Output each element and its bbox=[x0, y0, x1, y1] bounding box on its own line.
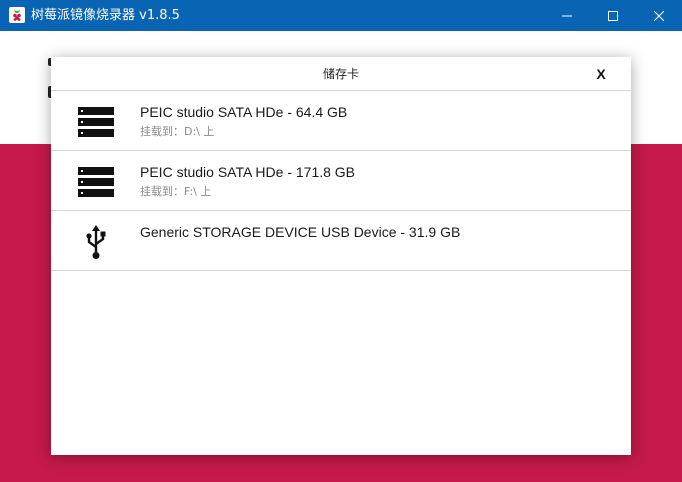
window-titlebar: 树莓派镜像烧录器 v1.8.5 bbox=[0, 0, 682, 31]
maximize-icon bbox=[608, 10, 618, 21]
close-icon bbox=[654, 10, 664, 21]
hard-drive-icon bbox=[78, 105, 114, 139]
device-mount-point: 挂载到：D:\ 上 bbox=[140, 125, 215, 138]
minimize-button[interactable] bbox=[544, 0, 590, 31]
device-name: PEIC studio SATA HDe - 171.8 GB bbox=[140, 164, 356, 180]
window-title: 树莓派镜像烧录器 v1.8.5 bbox=[31, 8, 180, 23]
close-window-button[interactable] bbox=[636, 0, 682, 31]
storage-dialog: 储存卡 X PEIC studio SATA HDe - 64.4 GB 挂载到… bbox=[51, 57, 631, 455]
device-row[interactable]: PEIC studio SATA HDe - 171.8 GB 挂载到：F:\ … bbox=[51, 151, 631, 211]
device-mount-point: 挂载到：F:\ 上 bbox=[140, 185, 212, 198]
hard-drive-icon bbox=[78, 165, 114, 199]
device-name: Generic STORAGE DEVICE USB Device - 31.9… bbox=[140, 224, 461, 240]
usb-icon bbox=[78, 225, 114, 259]
raspberry-pi-logo-icon bbox=[9, 7, 25, 23]
device-name: PEIC studio SATA HDe - 64.4 GB bbox=[140, 104, 348, 120]
dialog-title: 储存卡 bbox=[322, 67, 359, 81]
dialog-close-button[interactable]: X bbox=[589, 62, 613, 86]
device-row[interactable]: Generic STORAGE DEVICE USB Device - 31.9… bbox=[51, 211, 631, 271]
minimize-icon bbox=[562, 15, 572, 16]
dialog-header: 储存卡 X bbox=[51, 57, 631, 91]
maximize-button[interactable] bbox=[590, 0, 636, 31]
device-list: PEIC studio SATA HDe - 64.4 GB 挂载到：D:\ 上… bbox=[51, 91, 631, 271]
device-row[interactable]: PEIC studio SATA HDe - 64.4 GB 挂载到：D:\ 上 bbox=[51, 91, 631, 151]
